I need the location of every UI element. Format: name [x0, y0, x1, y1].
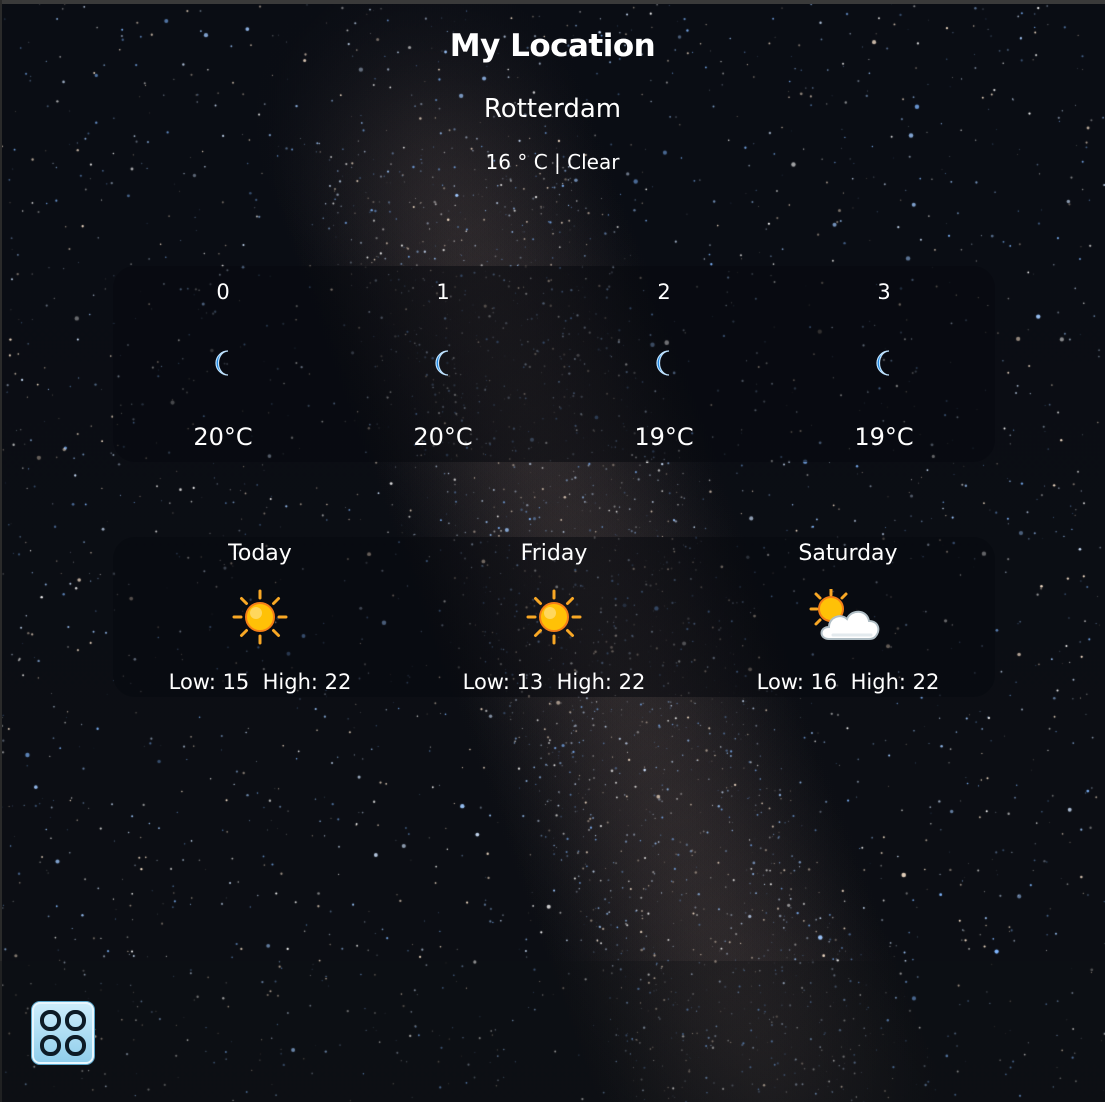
day-temperature-range: Low: 15 High: 22: [168, 670, 352, 694]
app-grid-icon: [40, 1010, 86, 1056]
day-item: Today Low: 15 High: 22: [113, 537, 407, 697]
hour-item: 0 20°C: [113, 266, 333, 462]
sun-icon: [232, 589, 288, 645]
hour-label: 1: [436, 280, 450, 304]
day-name: Friday: [520, 541, 588, 566]
current-conditions: 16 ° C | Clear: [485, 150, 620, 174]
moon-icon: [656, 350, 670, 376]
bottom-dock: [0, 961, 1105, 1102]
hour-label: 0: [216, 280, 230, 304]
hour-temperature: 20°C: [193, 423, 253, 451]
sun-behind-cloud-icon: [809, 589, 880, 640]
hour-temperature: 19°C: [854, 423, 914, 451]
window-top-edge: [0, 0, 1105, 4]
day-name: Saturday: [798, 541, 898, 566]
hour-temperature: 20°C: [413, 423, 473, 451]
hour-item: 3 19°C: [774, 266, 994, 462]
moon-icon: [435, 350, 449, 376]
day-temperature-range: Low: 16 High: 22: [756, 670, 940, 694]
hour-item: 2 19°C: [554, 266, 774, 462]
day-item: Friday Low: 13 High: 22: [407, 537, 701, 697]
hour-label: 3: [877, 280, 891, 304]
hour-temperature: 19°C: [634, 423, 694, 451]
day-item: Saturday Low: 16 High: 22: [701, 537, 995, 697]
hourly-forecast-panel: 0 20°C 1 20°C 2 19°C 3 19°C: [113, 266, 995, 462]
city-name: Rotterdam: [483, 94, 622, 124]
page-title: My Location: [449, 28, 656, 64]
day-temperature-range: Low: 13 High: 22: [462, 670, 646, 694]
day-name: Today: [228, 541, 292, 566]
hour-item: 1 20°C: [333, 266, 553, 462]
daily-forecast-panel: Today Low: 15 High: 22 Friday Low: 13 Hi…: [113, 537, 995, 697]
moon-icon: [876, 350, 890, 376]
app-grid-button[interactable]: [32, 1002, 94, 1064]
moon-icon: [215, 350, 229, 376]
hour-label: 2: [657, 280, 671, 304]
sun-icon: [526, 589, 582, 645]
